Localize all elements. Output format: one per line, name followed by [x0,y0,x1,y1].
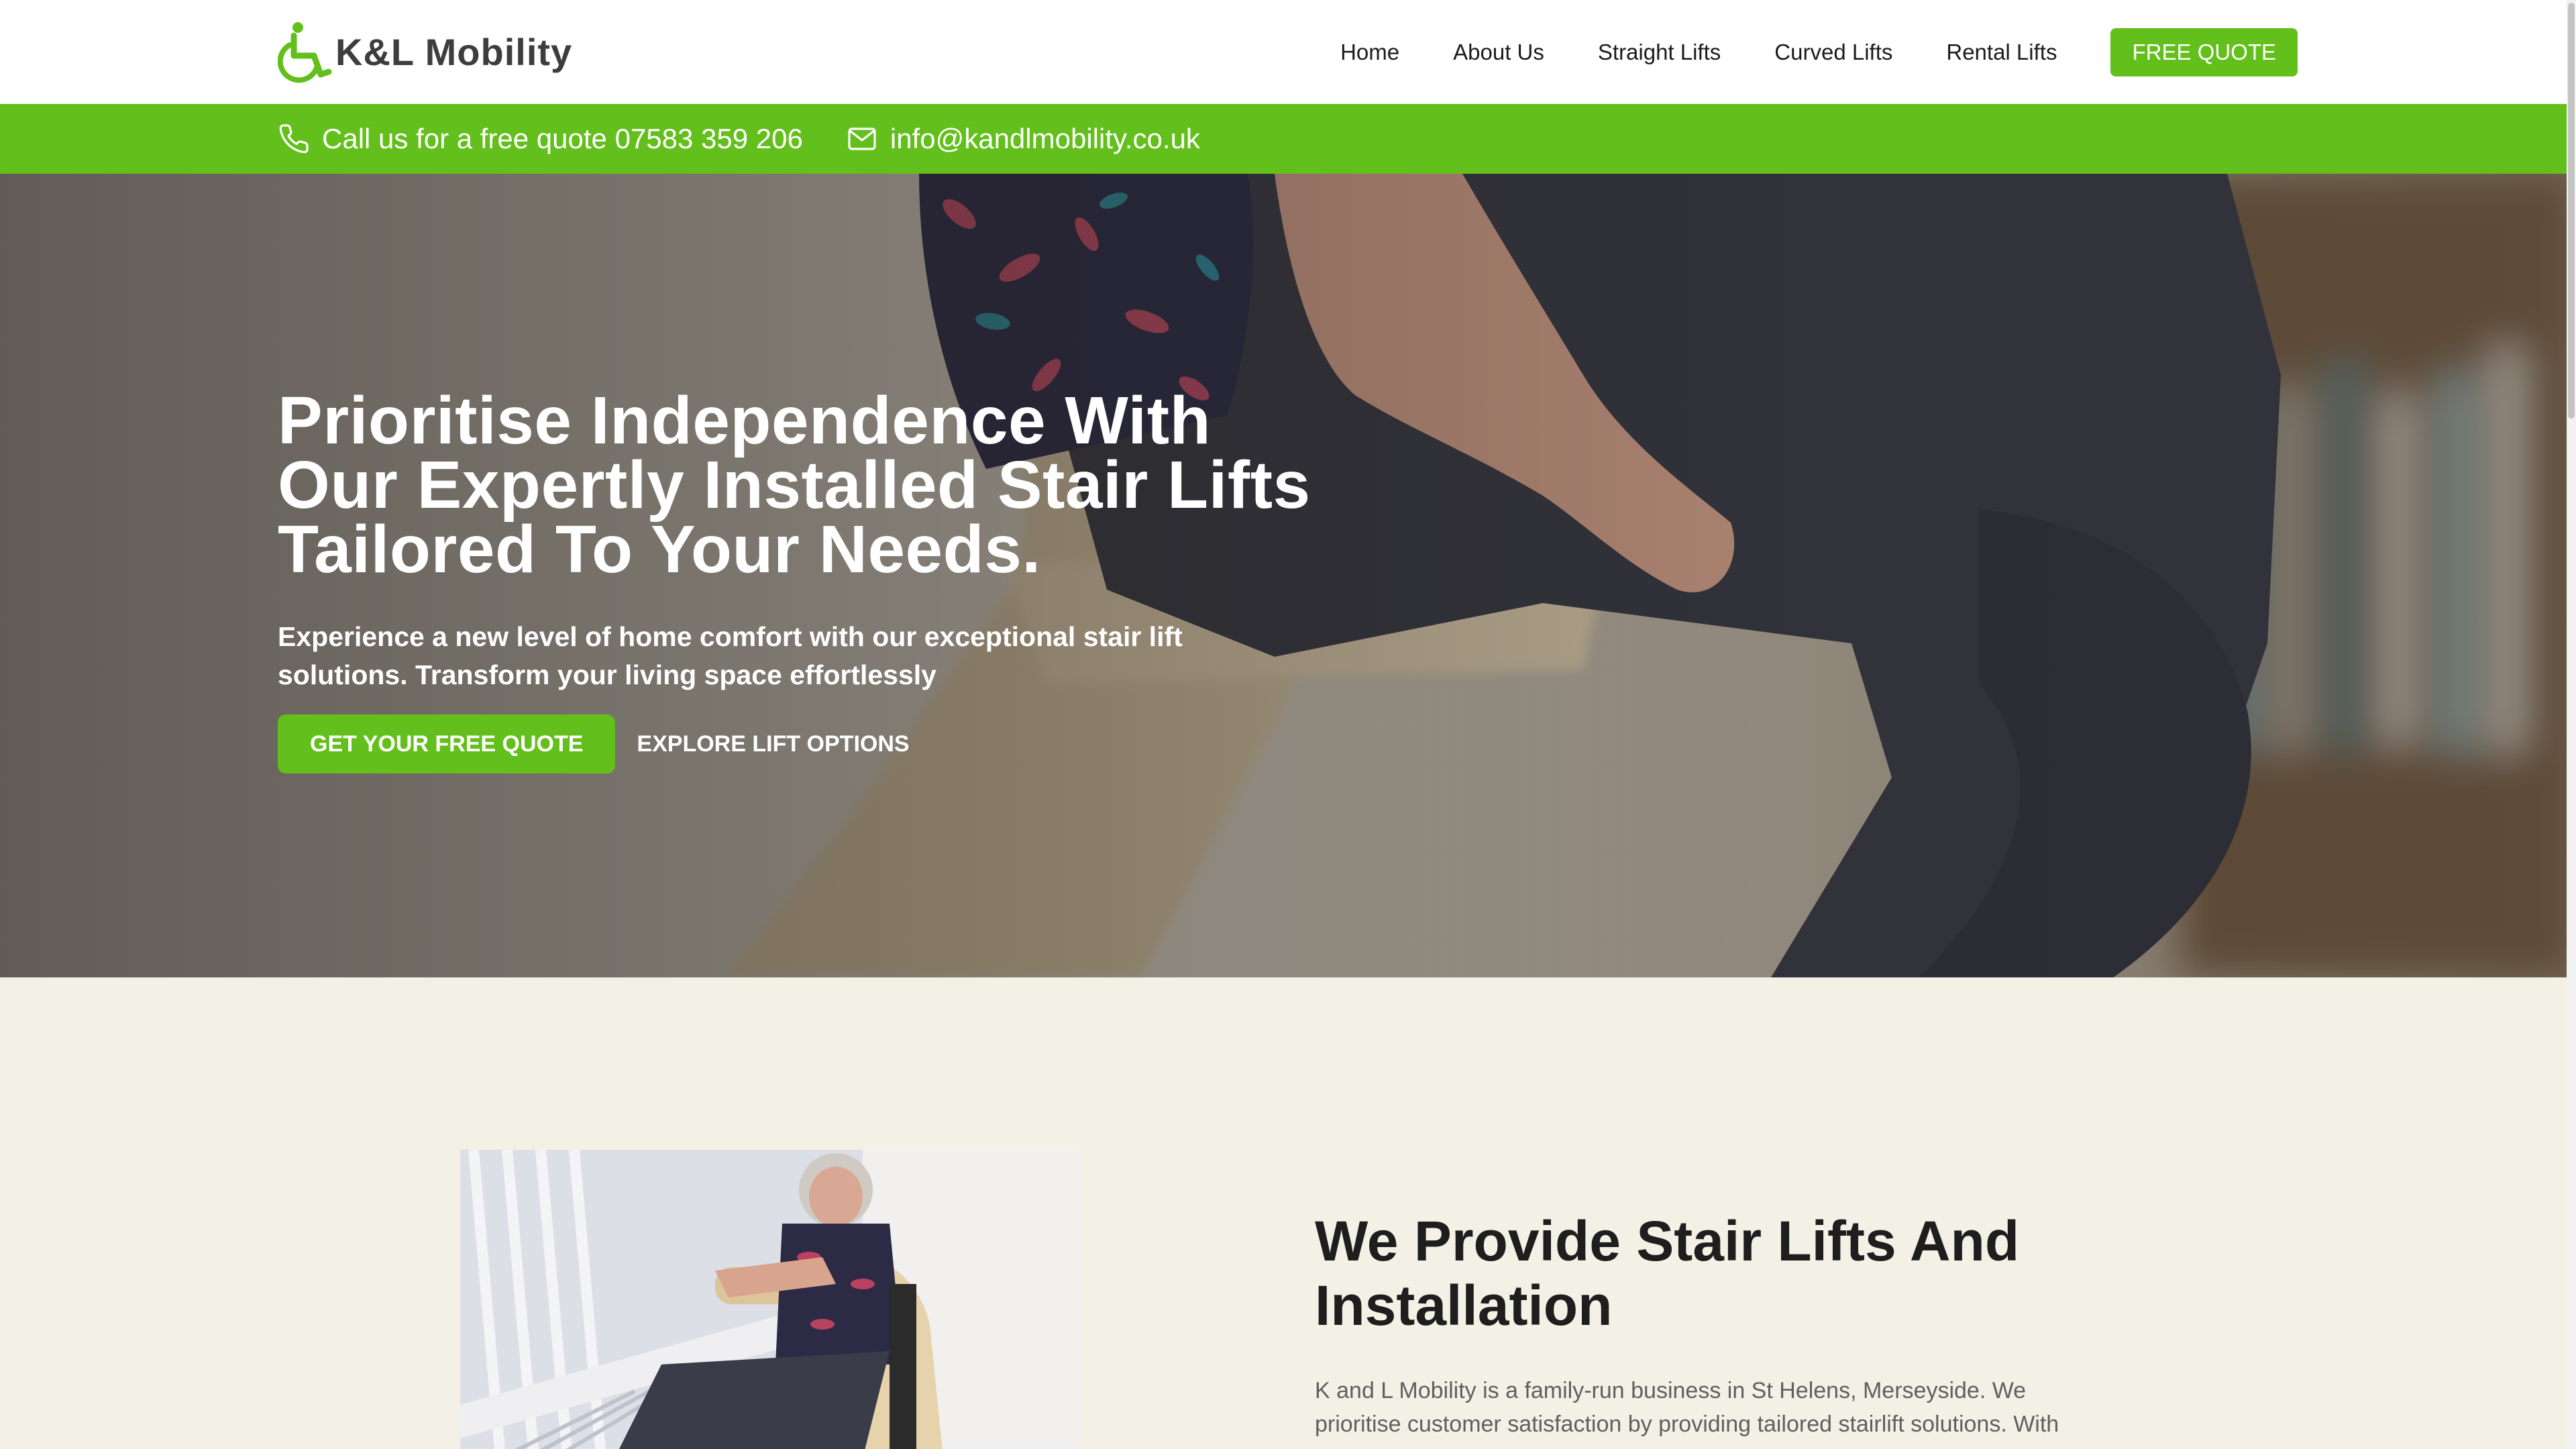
wheelchair-icon [278,21,332,83]
mail-icon [848,127,876,150]
stairlift-photo [460,1150,1082,1449]
about-title: We Provide Stair Lifts And Installation [1315,1210,2020,1337]
contact-bar: Call us for a free quote 07583 359 206 i… [0,104,2576,174]
free-quote-button[interactable]: FREE QUOTE [2110,28,2298,76]
hero-title: Prioritise Independence With Our Expertl… [278,383,1311,587]
get-free-quote-button[interactable]: GET YOUR FREE QUOTE [278,714,616,773]
nav-curved-lifts[interactable]: Curved Lifts [1774,40,1892,65]
scrollbar-thumb[interactable] [2568,3,2575,419]
about-body: K and L Mobility is a family-run busines… [1315,1378,2059,1437]
brand-name: K&L Mobility [335,31,573,73]
hero-content: Prioritise Independence With Our Expertl… [278,383,1324,773]
brand-logo[interactable]: K&L Mobility [278,20,572,84]
email-text: info@kandlmobility.co.uk [890,123,1200,154]
nav-about-us[interactable]: About Us [1453,40,1544,65]
site-header: K&L Mobility Home About Us Straight Lift… [0,0,2576,104]
about-text: We Provide Stair Lifts And Installation … [1315,1209,2113,1441]
nav-rental-lifts[interactable]: Rental Lifts [1946,40,2057,65]
phone-contact[interactable]: Call us for a free quote 07583 359 206 [278,123,803,155]
nav-home[interactable]: Home [1340,40,1399,65]
about-section: We Provide Stair Lifts And Installation … [0,977,2576,1449]
phone-icon [279,124,309,154]
explore-lift-options-link[interactable]: EXPLORE LIFT OPTIONS [637,731,909,757]
hero-subtitle: Experience a new level of home comfort w… [278,621,1183,690]
hero-actions: GET YOUR FREE QUOTE EXPLORE LIFT OPTIONS [278,714,1324,773]
hero-section: Prioritise Independence With Our Expertl… [0,174,2576,977]
page-scrollbar[interactable] [2567,0,2576,1449]
nav-straight-lifts[interactable]: Straight Lifts [1598,40,1721,65]
phone-text: Call us for a free quote 07583 359 206 [322,123,803,154]
main-nav: Home About Us Straight Lifts Curved Lift… [1340,28,2298,76]
email-contact[interactable]: info@kandlmobility.co.uk [846,123,1200,155]
